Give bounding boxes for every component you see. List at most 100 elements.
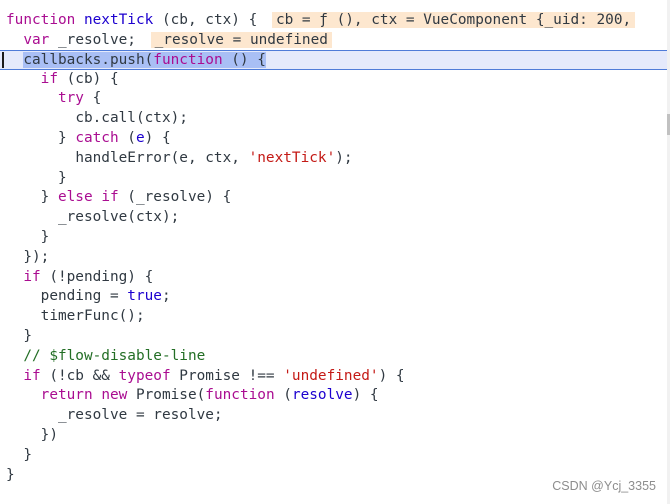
code-text: _resolve; <box>49 31 136 48</box>
keyword-function: function <box>205 387 275 404</box>
code-text: { <box>83 90 102 107</box>
watermark: CSDN @Ycj_3355 <box>552 479 656 493</box>
code-text: (_resolve) { <box>118 189 232 206</box>
code-line-21[interactable]: _resolve = resolve; <box>0 406 667 426</box>
code-text: (cb, ctx) { <box>153 12 258 28</box>
source-code-editor[interactable]: function nextTick (cb, ctx) { cb = ƒ (),… <box>0 11 667 485</box>
code-text: }); <box>23 248 50 265</box>
code-text: callbacks.push( <box>23 51 154 68</box>
code-text: ) { <box>378 367 405 384</box>
keyword-else: else <box>57 189 93 206</box>
code-line-12[interactable]: } <box>0 228 667 248</box>
code-line-16[interactable]: timerFunc(); <box>0 307 667 327</box>
code-line-5[interactable]: try { <box>0 89 667 109</box>
code-text: ( <box>118 129 136 146</box>
code-text: cb.call(ctx); <box>75 110 188 127</box>
code-line-2[interactable]: var _resolve; _resolve = undefined <box>0 31 667 51</box>
code-text: _resolve(ctx); <box>57 209 180 226</box>
code-text: ) { <box>144 129 171 146</box>
code-text: ); <box>335 149 353 166</box>
code-line-8[interactable]: handleError(e, ctx, 'nextTick'); <box>0 149 667 169</box>
function-name: nextTick <box>83 12 154 28</box>
executing-expression: callbacks.push(function () { <box>23 51 266 68</box>
keyword-return: return <box>40 387 93 404</box>
keyword-if: if <box>101 189 119 206</box>
code-text: } <box>40 228 50 245</box>
code-text: Promise( <box>127 387 206 404</box>
execution-pointer <box>2 51 4 68</box>
inline-debug-value: _resolve = undefined <box>150 31 332 48</box>
keyword-if: if <box>23 268 41 285</box>
keyword-try: try <box>57 90 84 107</box>
keyword-catch: catch <box>75 129 119 146</box>
code-text: timerFunc(); <box>40 308 145 325</box>
code-text: } <box>57 169 67 186</box>
code-text: } <box>6 466 15 483</box>
code-text: handleError(e, ctx, <box>75 149 249 166</box>
code-text: ) { <box>352 387 379 404</box>
string-literal: 'nextTick' <box>248 149 336 166</box>
code-line-4[interactable]: if (cb) { <box>0 70 667 90</box>
code-line-3-paused[interactable]: callbacks.push(function () { <box>0 49 667 70</box>
code-line-9[interactable]: } <box>0 169 667 189</box>
code-text: } <box>40 189 58 206</box>
code-line-17[interactable]: } <box>0 327 667 347</box>
code-text: () { <box>222 51 266 68</box>
code-line-7[interactable]: } catch (e) { <box>0 129 667 149</box>
code-text: } <box>23 446 32 463</box>
code-line-22[interactable]: }) <box>0 426 667 446</box>
code-line-15[interactable]: pending = true; <box>0 287 667 307</box>
code-line-13[interactable]: }); <box>0 248 667 268</box>
param-resolve: resolve <box>291 387 353 404</box>
code-text: ( <box>274 387 292 404</box>
code-text: pending = <box>40 288 128 305</box>
code-line-19[interactable]: if (!cb && typeof Promise !== 'undefined… <box>0 367 667 387</box>
keyword-function: function <box>6 12 76 28</box>
code-text: (cb) { <box>57 70 119 87</box>
code-line-6[interactable]: cb.call(ctx); <box>0 109 667 129</box>
code-line-20[interactable]: return new Promise(function (resolve) { <box>0 386 667 406</box>
code-text: }) <box>40 426 58 443</box>
literal-true: true <box>127 288 162 305</box>
code-line-18[interactable]: // $flow-disable-line <box>0 347 667 367</box>
code-line-1[interactable]: function nextTick (cb, ctx) { cb = ƒ (),… <box>0 11 667 31</box>
keyword-function: function <box>153 51 223 68</box>
code-line-10[interactable]: } else if (_resolve) { <box>0 188 667 208</box>
code-text: ; <box>161 288 171 305</box>
code-text: Promise !== <box>170 367 284 384</box>
param-e: e <box>135 129 145 146</box>
keyword-var: var <box>23 31 50 48</box>
code-line-14[interactable]: if (!pending) { <box>0 268 667 288</box>
code-comment: // $flow-disable-line <box>23 347 206 364</box>
code-line-23[interactable]: } <box>0 446 667 466</box>
code-line-11[interactable]: _resolve(ctx); <box>0 208 667 228</box>
keyword-if: if <box>40 70 58 87</box>
code-text: (!pending) { <box>40 268 154 285</box>
code-text: (!cb && <box>40 367 119 384</box>
code-text: } <box>57 129 76 146</box>
code-text: } <box>23 327 32 344</box>
keyword-typeof: typeof <box>118 367 171 384</box>
string-literal: 'undefined' <box>283 367 379 384</box>
